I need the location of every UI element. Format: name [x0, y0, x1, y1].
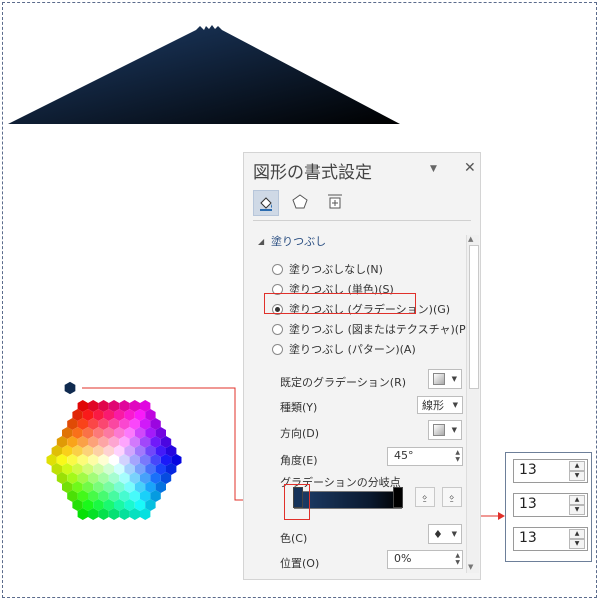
type-value: 線形 [422, 399, 444, 412]
radio-label: 塗りつぶしなし(N) [289, 263, 383, 276]
position-spinner[interactable]: 0% ▲ ▼ [387, 550, 463, 569]
spin-arrows-icon[interactable]: ▲ ▼ [455, 552, 460, 566]
swatch-icon [433, 424, 445, 436]
radio-no-fill[interactable]: 塗りつぶしなし(N) [272, 261, 383, 277]
swatch-icon [433, 373, 445, 385]
spin-arrows-icon[interactable]: ▲ ▼ [455, 449, 460, 463]
section-fill-label[interactable]: 塗りつぶし [271, 233, 326, 249]
gradient-highlight-box [264, 293, 416, 314]
spin-up-icon[interactable]: ▲ [569, 461, 585, 471]
preset-gradient-dropdown[interactable]: ▼ [428, 369, 462, 389]
spinner-value: 13 [519, 462, 537, 478]
angle-value: 45° [394, 449, 414, 462]
size-properties-icon[interactable] [323, 190, 347, 214]
color-dropdown[interactable]: ♦ ▼ [428, 524, 462, 544]
format-shape-pane: 図形の書式設定 ▼ ✕ ◢ 塗りつぶし 塗りつぶしなし(N) 塗りつぶし (単色… [243, 152, 481, 580]
radio-label: 塗りつぶし (パターン)(A) [289, 343, 416, 356]
chevron-down-icon: ▼ [451, 530, 457, 538]
stop-highlight-box [284, 484, 310, 520]
paint-bucket-icon: ♦ [433, 527, 443, 541]
preset-gradient-label: 既定のグラデーション(R) [280, 376, 407, 389]
close-icon[interactable]: ✕ [464, 160, 476, 176]
spin-up-icon[interactable]: ▲ [569, 529, 585, 539]
radio-picture-fill[interactable]: 塗りつぶし (図またはテクスチャ)(P) [272, 321, 470, 337]
radio-button[interactable] [272, 343, 283, 355]
chevron-down-icon: ▼ [451, 375, 457, 383]
scroll-down-icon[interactable]: ▼ [468, 563, 473, 571]
effects-icon[interactable] [288, 190, 312, 214]
number-spinner[interactable]: 13 ▲ ▼ [513, 459, 588, 483]
position-label: 位置(O) [280, 557, 320, 570]
spin-down-icon[interactable]: ▼ [569, 505, 585, 515]
scroll-up-icon[interactable]: ▲ [468, 235, 473, 243]
scroll-thumb[interactable] [469, 245, 479, 389]
spin-down-icon[interactable]: ▼ [569, 471, 585, 481]
fill-line-icon[interactable] [253, 190, 279, 216]
selected-hex-swatch [63, 380, 77, 396]
spinner-panel: 13 ▲ ▼ 13 ▲ ▼ 13 ▲ ▼ [505, 452, 592, 562]
type-select[interactable]: 線形 ▼ [417, 396, 463, 414]
spin-up-icon[interactable]: ▲ [569, 495, 585, 505]
radio-label: 塗りつぶし (図またはテクスチャ)(P) [289, 323, 470, 336]
chevron-down-icon: ▼ [451, 426, 457, 434]
spin-down-icon[interactable]: ▼ [569, 539, 585, 549]
spinner-value: 13 [519, 530, 537, 546]
spinner-value: 13 [519, 496, 537, 512]
remove-stop-icon[interactable]: ⍚ [442, 487, 462, 507]
radio-button[interactable] [272, 323, 283, 335]
radio-button[interactable] [272, 263, 283, 275]
chevron-down-icon: ▼ [452, 401, 458, 409]
position-value: 0% [394, 552, 412, 565]
pane-options-icon[interactable]: ▼ [430, 164, 437, 174]
pane-scrollbar[interactable]: ▲ ▼ [466, 235, 479, 573]
divider [253, 220, 471, 221]
type-label: 種類(Y) [280, 401, 318, 414]
angle-label: 角度(E) [280, 454, 318, 467]
number-spinner[interactable]: 13 ▲ ▼ [513, 493, 588, 517]
add-stop-icon[interactable]: ⍚ [415, 487, 435, 507]
color-label: 色(C) [280, 532, 308, 545]
number-spinner[interactable]: 13 ▲ ▼ [513, 527, 588, 551]
direction-label: 方向(D) [280, 427, 320, 440]
gradient-stops-bar[interactable] [294, 491, 402, 509]
direction-dropdown[interactable]: ▼ [428, 420, 462, 440]
collapse-triangle-icon[interactable]: ◢ [258, 237, 264, 246]
pane-title: 図形の書式設定 [253, 163, 372, 183]
angle-spinner[interactable]: 45° ▲ ▼ [387, 447, 463, 466]
gradient-stop-right[interactable] [393, 487, 403, 508]
radio-pattern-fill[interactable]: 塗りつぶし (パターン)(A) [272, 341, 416, 357]
